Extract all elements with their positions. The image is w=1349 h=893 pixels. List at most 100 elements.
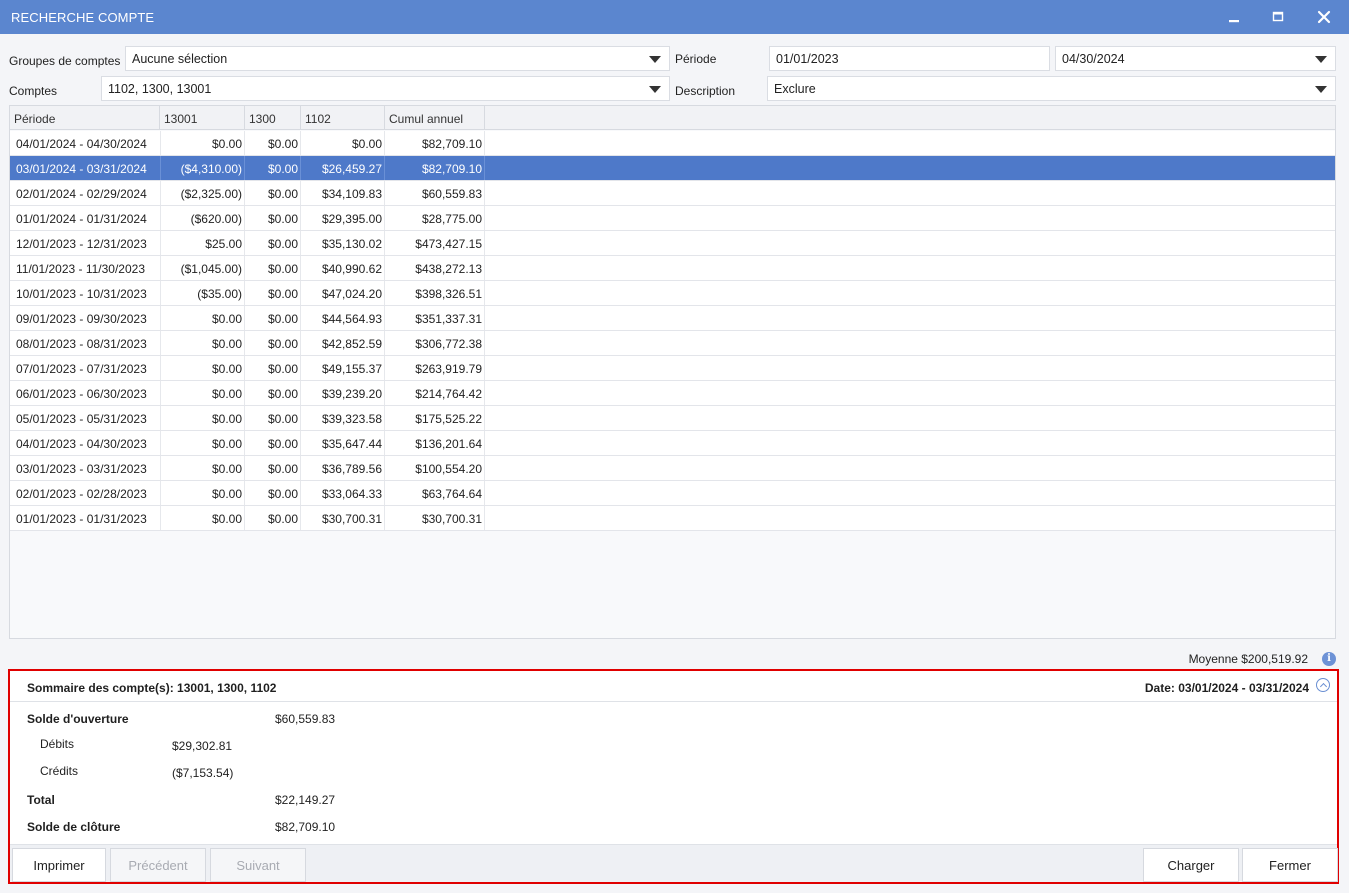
cell-13001: $0.00 bbox=[160, 356, 245, 380]
maximize-icon[interactable] bbox=[1266, 6, 1290, 28]
chevron-up-circle-icon[interactable] bbox=[1316, 678, 1330, 692]
table-row[interactable]: 01/01/2023 - 01/31/2023 $0.00 $0.00 $30,700… bbox=[10, 506, 1335, 531]
average-value: Moyenne $200,519.92 bbox=[1188, 652, 1308, 666]
opening-balance-value: $60,559.83 bbox=[275, 712, 336, 726]
debits-value: $29,302.81 bbox=[172, 739, 233, 753]
account-groups-value: Aucune sélection bbox=[132, 52, 228, 66]
cell-1300: $0.00 bbox=[245, 281, 301, 305]
account-groups-dropdown[interactable]: Aucune sélection bbox=[125, 46, 670, 71]
table-row[interactable]: 12/01/2023 - 12/31/2023 $25.00 $0.00 $35,13… bbox=[10, 231, 1335, 256]
cell-ytd: $28,775.00 bbox=[385, 206, 485, 230]
cell-ytd: $136,201.64 bbox=[385, 431, 485, 455]
chevron-down-icon bbox=[1315, 86, 1327, 93]
table-row[interactable]: 02/01/2023 - 02/28/2023 $0.00 $0.00 $33,064… bbox=[10, 481, 1335, 506]
cell-1102: $33,064.33 bbox=[301, 481, 385, 505]
next-button[interactable]: Suivant bbox=[210, 848, 306, 882]
cell-1300: $0.00 bbox=[245, 356, 301, 380]
summary-date: Date: 03/01/2024 - 03/31/2024 bbox=[1144, 681, 1309, 695]
cell-1300: $0.00 bbox=[245, 131, 301, 155]
table-row[interactable]: 09/01/2023 - 09/30/2023 $0.00 $0.00 $44,564… bbox=[10, 306, 1335, 331]
period-start-field[interactable]: 01/01/2023 bbox=[769, 46, 1050, 71]
cell-ytd: $82,709.10 bbox=[385, 156, 485, 180]
table-row[interactable]: 02/01/2024 - 02/29/2024 ($2,325.00) $0.00 $… bbox=[10, 181, 1335, 206]
load-button[interactable]: Charger bbox=[1143, 848, 1239, 882]
cell-period: 07/01/2023 - 07/31/2023 bbox=[10, 356, 161, 380]
period-start-value: 01/01/2023 bbox=[776, 52, 839, 66]
minimize-icon[interactable] bbox=[1222, 6, 1246, 28]
table-row[interactable]: 03/01/2023 - 03/31/2023 $0.00 $0.00 $36,789… bbox=[10, 456, 1335, 481]
cell-ytd: $63,764.64 bbox=[385, 481, 485, 505]
credits-value: ($7,153.54) bbox=[172, 766, 234, 780]
cell-1102: $34,109.83 bbox=[301, 181, 385, 205]
cell-13001: $0.00 bbox=[160, 306, 245, 330]
column-header-ytd[interactable]: Cumul annuel bbox=[385, 106, 485, 130]
cell-13001: $0.00 bbox=[160, 456, 245, 480]
table-row[interactable]: 05/01/2023 - 05/31/2023 $0.00 $0.00 $39,323… bbox=[10, 406, 1335, 431]
total-value: $22,149.27 bbox=[275, 793, 336, 807]
column-header-1300[interactable]: 1300 bbox=[245, 106, 301, 130]
info-icon[interactable]: i bbox=[1322, 652, 1336, 666]
closing-balance-label: Solde de clôture bbox=[27, 820, 121, 834]
cell-ytd: $175,525.22 bbox=[385, 406, 485, 430]
previous-button[interactable]: Précédent bbox=[110, 848, 206, 882]
summary-title: Sommaire des compte(s): 13001, 1300, 110… bbox=[27, 681, 277, 695]
table-row[interactable]: 11/01/2023 - 11/30/2023 ($1,045.00) $0.00 $… bbox=[10, 256, 1335, 281]
table-row[interactable]: 08/01/2023 - 08/31/2023 $0.00 $0.00 $42,852… bbox=[10, 331, 1335, 356]
cell-ytd: $398,326.51 bbox=[385, 281, 485, 305]
cell-period: 09/01/2023 - 09/30/2023 bbox=[10, 306, 161, 330]
print-button[interactable]: Imprimer bbox=[12, 848, 106, 882]
cell-period: 01/01/2024 - 01/31/2024 bbox=[10, 206, 161, 230]
table-row[interactable]: 04/01/2023 - 04/30/2023 $0.00 $0.00 $35,647… bbox=[10, 431, 1335, 456]
total-label: Total bbox=[27, 793, 55, 807]
period-end-dropdown[interactable]: 04/30/2024 bbox=[1055, 46, 1336, 71]
table-row[interactable]: 01/01/2024 - 01/31/2024 ($620.00) $0.00 $29… bbox=[10, 206, 1335, 231]
cell-1102: $36,789.56 bbox=[301, 456, 385, 480]
table-row[interactable]: 07/01/2023 - 07/31/2023 $0.00 $0.00 $49,155… bbox=[10, 356, 1335, 381]
cell-period: 02/01/2024 - 02/29/2024 bbox=[10, 181, 161, 205]
cell-ytd: $30,700.31 bbox=[385, 506, 485, 530]
accounts-value: 1102, 1300, 13001 bbox=[108, 82, 212, 96]
cell-13001: ($35.00) bbox=[160, 281, 245, 305]
grid-header: Période 13001 1300 1102 Cumul annuel bbox=[10, 106, 1335, 130]
cell-period: 11/01/2023 - 11/30/2023 bbox=[10, 256, 161, 280]
column-header-1102[interactable]: 1102 bbox=[301, 106, 385, 130]
close-button[interactable]: Fermer bbox=[1242, 848, 1338, 882]
cell-period: 05/01/2023 - 05/31/2023 bbox=[10, 406, 161, 430]
cell-period: 04/01/2024 - 04/30/2024 bbox=[10, 131, 161, 155]
cell-13001: $0.00 bbox=[160, 131, 245, 155]
cell-period: 08/01/2023 - 08/31/2023 bbox=[10, 331, 161, 355]
grid-body: 04/01/2024 - 04/30/2024 $0.00 $0.00 $0.00 $8… bbox=[10, 131, 1335, 531]
cell-ytd: $306,772.38 bbox=[385, 331, 485, 355]
cell-1102: $40,990.62 bbox=[301, 256, 385, 280]
accounts-dropdown[interactable]: 1102, 1300, 13001 bbox=[101, 76, 670, 101]
cell-13001: $0.00 bbox=[160, 406, 245, 430]
cell-1102: $47,024.20 bbox=[301, 281, 385, 305]
cell-1300: $0.00 bbox=[245, 456, 301, 480]
results-grid: Période 13001 1300 1102 Cumul annuel 04/… bbox=[9, 105, 1336, 639]
cell-period: 06/01/2023 - 06/30/2023 bbox=[10, 381, 161, 405]
summary-header: Sommaire des compte(s): 13001, 1300, 110… bbox=[10, 671, 1337, 702]
cell-13001: ($4,310.00) bbox=[160, 156, 245, 180]
cell-ytd: $263,919.79 bbox=[385, 356, 485, 380]
cell-1300: $0.00 bbox=[245, 431, 301, 455]
table-row[interactable]: 04/01/2024 - 04/30/2024 $0.00 $0.00 $0.00 $8… bbox=[10, 131, 1335, 156]
period-label: Période bbox=[675, 52, 717, 66]
table-row[interactable]: 10/01/2023 - 10/31/2023 ($35.00) $0.00 $47,… bbox=[10, 281, 1335, 306]
cell-ytd: $60,559.83 bbox=[385, 181, 485, 205]
cell-ytd: $351,337.31 bbox=[385, 306, 485, 330]
close-icon[interactable] bbox=[1312, 6, 1336, 28]
cell-13001: $0.00 bbox=[160, 381, 245, 405]
table-row[interactable]: 03/01/2024 - 03/31/2024 ($4,310.00) $0.00 $… bbox=[10, 156, 1335, 181]
description-value: Exclure bbox=[774, 82, 816, 96]
column-header-period[interactable]: Période bbox=[10, 106, 160, 130]
cell-period: 03/01/2024 - 03/31/2024 bbox=[10, 156, 161, 180]
cell-13001: ($620.00) bbox=[160, 206, 245, 230]
cell-13001: $0.00 bbox=[160, 481, 245, 505]
cell-1300: $0.00 bbox=[245, 181, 301, 205]
cell-1102: $42,852.59 bbox=[301, 331, 385, 355]
cell-13001: $0.00 bbox=[160, 331, 245, 355]
column-header-13001[interactable]: 13001 bbox=[160, 106, 245, 130]
cell-1102: $35,647.44 bbox=[301, 431, 385, 455]
table-row[interactable]: 06/01/2023 - 06/30/2023 $0.00 $0.00 $39,239… bbox=[10, 381, 1335, 406]
description-dropdown[interactable]: Exclure bbox=[767, 76, 1336, 101]
